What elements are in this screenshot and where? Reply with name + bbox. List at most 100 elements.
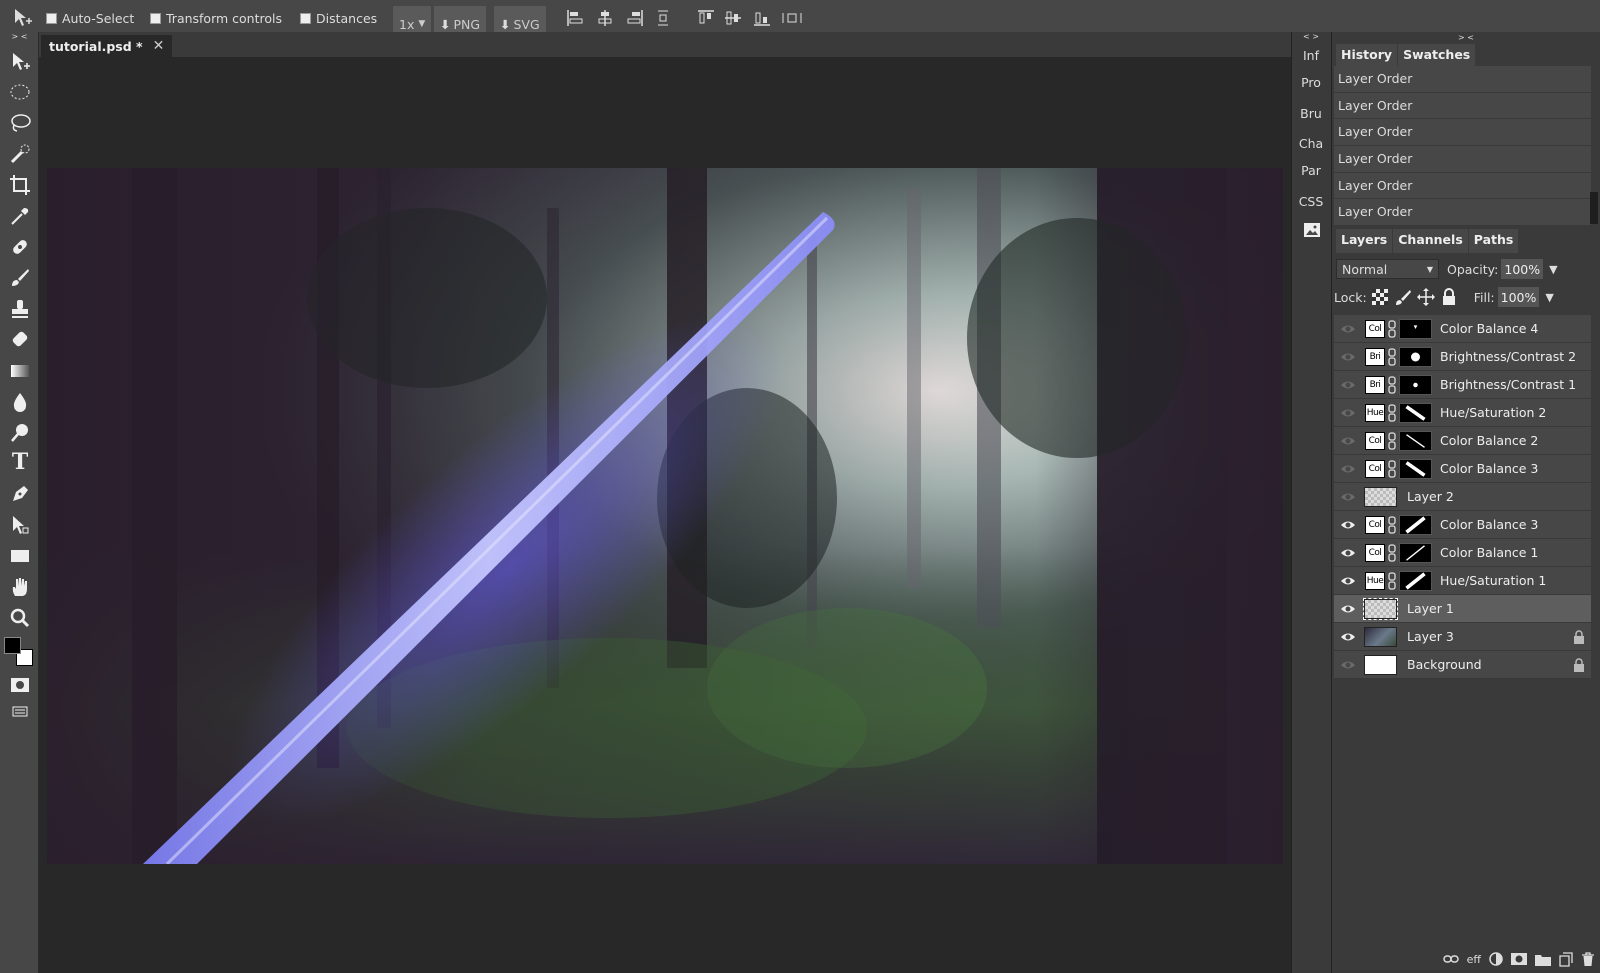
history-item[interactable]: Layer Order — [1334, 172, 1591, 200]
quick-mask-icon[interactable] — [8, 673, 32, 697]
eye-icon[interactable] — [1340, 517, 1356, 533]
eye-icon[interactable] — [1340, 573, 1356, 589]
eye-icon[interactable] — [1340, 657, 1356, 673]
eye-icon[interactable] — [1340, 405, 1356, 421]
layer-mask-thumbnail[interactable] — [1399, 375, 1432, 395]
tab-tutorial-psd[interactable]: tutorial.psd * ✕ — [41, 35, 173, 57]
lasso-tool-icon[interactable] — [8, 111, 32, 135]
auto-select-checkbox[interactable]: Auto-Select — [46, 0, 134, 36]
eye-icon[interactable] — [1340, 433, 1356, 449]
layer-mask-thumbnail[interactable] — [1399, 543, 1432, 563]
panel-css-button[interactable]: CSS — [1292, 194, 1330, 209]
history-item[interactable]: Layer Order — [1334, 119, 1591, 147]
align-top-icon[interactable] — [697, 9, 715, 27]
eraser-tool-icon[interactable] — [8, 328, 32, 352]
align-left-icon[interactable] — [566, 9, 584, 27]
layer-row[interactable]: Hue Hue/Saturation 1 — [1334, 567, 1591, 595]
history-item[interactable]: Layer Order — [1334, 66, 1591, 93]
hand-tool-icon[interactable] — [8, 575, 32, 599]
layer-row[interactable]: Col Color Balance 1 — [1334, 539, 1591, 567]
lock-transparency-icon[interactable] — [1371, 288, 1389, 306]
layer-thumbnail[interactable] — [1364, 655, 1397, 675]
foreground-color-swatch[interactable] — [4, 637, 21, 654]
type-tool-icon[interactable]: T — [8, 450, 32, 474]
move-tool-icon[interactable] — [8, 50, 32, 74]
history-scrollbar[interactable] — [1590, 192, 1598, 224]
layer-thumbnail[interactable] — [1363, 598, 1398, 620]
layer-row[interactable]: Background — [1334, 651, 1591, 679]
transform-controls-checkbox[interactable]: Transform controls — [150, 0, 282, 36]
fill-input[interactable]: 100% — [1497, 287, 1540, 307]
clone-stamp-tool-icon[interactable] — [8, 297, 32, 321]
layer-row[interactable]: Col Color Balance 4 — [1334, 315, 1591, 343]
adjustment-thumbnail[interactable]: Col — [1365, 432, 1385, 450]
eye-icon[interactable] — [1340, 545, 1356, 561]
lock-pixels-icon[interactable] — [1394, 288, 1412, 306]
screen-mode-icon[interactable] — [8, 699, 32, 723]
panel-properties-button[interactable]: Pro — [1292, 75, 1330, 90]
blend-mode-select[interactable]: Normal ▼ — [1336, 259, 1439, 279]
adjustment-thumbnail[interactable]: Hue — [1365, 572, 1385, 590]
align-right-icon[interactable] — [626, 9, 644, 27]
opacity-input[interactable]: 100% — [1501, 259, 1544, 279]
layer-thumbnail[interactable] — [1364, 487, 1397, 507]
lock-position-icon[interactable] — [1416, 288, 1435, 306]
image-icon[interactable] — [1303, 222, 1321, 238]
layer-row[interactable]: Col Color Balance 3 — [1334, 511, 1591, 539]
adjustment-thumbnail[interactable]: Col — [1365, 516, 1385, 534]
link-layers-icon[interactable] — [1442, 954, 1459, 964]
tools-collapse-toggle[interactable]: > < — [0, 32, 39, 42]
rectangle-tool-icon[interactable] — [8, 544, 32, 568]
brush-tool-icon[interactable] — [8, 266, 32, 290]
path-select-tool-icon[interactable] — [8, 513, 32, 537]
history-item[interactable]: Layer Order — [1334, 199, 1591, 227]
layer-mask-thumbnail[interactable] — [1399, 459, 1432, 479]
layer-effects-button[interactable]: eff — [1467, 953, 1481, 966]
move-tool-icon[interactable] — [12, 0, 34, 36]
blur-tool-icon[interactable] — [8, 390, 32, 414]
panel-character-button[interactable]: Cha — [1292, 136, 1330, 151]
layer-mask-thumbnail[interactable] — [1399, 319, 1432, 339]
add-mask-icon[interactable] — [1511, 953, 1527, 965]
adjustment-thumbnail[interactable]: Col — [1365, 460, 1385, 478]
eyedropper-tool-icon[interactable] — [8, 204, 32, 228]
layer-mask-thumbnail[interactable] — [1399, 431, 1432, 451]
adjustment-layer-icon[interactable] — [1489, 952, 1503, 966]
pen-tool-icon[interactable] — [8, 482, 32, 506]
panel-collapse-toggle[interactable]: > < — [1332, 32, 1600, 44]
panel-brush-button[interactable]: Bru — [1292, 106, 1330, 121]
eye-icon[interactable] — [1340, 489, 1356, 505]
fill-dropdown-icon[interactable]: ▼ — [1545, 291, 1553, 304]
adjustment-thumbnail[interactable]: Bri — [1365, 376, 1385, 394]
layer-mask-thumbnail[interactable] — [1399, 403, 1432, 423]
layer-row[interactable]: Hue Hue/Saturation 2 — [1334, 399, 1591, 427]
distribute-h-icon[interactable] — [781, 9, 803, 27]
eye-icon[interactable] — [1340, 461, 1356, 477]
adjustment-thumbnail[interactable]: Col — [1365, 544, 1385, 562]
eye-icon[interactable] — [1340, 629, 1356, 645]
history-item[interactable]: Layer Order — [1334, 92, 1591, 120]
layer-row[interactable]: Layer 2 — [1334, 483, 1591, 511]
adjustment-thumbnail[interactable]: Hue — [1365, 404, 1385, 422]
layer-row[interactable]: Bri Brightness/Contrast 2 — [1334, 343, 1591, 371]
layer-row[interactable]: Bri Brightness/Contrast 1 — [1334, 371, 1591, 399]
layer-row[interactable]: Layer 1 — [1334, 595, 1591, 623]
tab-paths[interactable]: Paths — [1468, 229, 1519, 253]
layer-row[interactable]: Col Color Balance 3 — [1334, 455, 1591, 483]
history-item[interactable]: Layer Order — [1334, 146, 1591, 173]
panel-info-button[interactable]: Inf — [1292, 48, 1330, 63]
eye-icon[interactable] — [1340, 321, 1356, 337]
delete-layer-icon[interactable] — [1581, 951, 1595, 967]
tab-channels[interactable]: Channels — [1393, 229, 1468, 253]
align-bottom-icon[interactable] — [753, 9, 771, 27]
healing-tool-icon[interactable] — [8, 235, 32, 259]
eye-icon[interactable] — [1340, 377, 1356, 393]
dodge-tool-icon[interactable] — [8, 421, 32, 445]
layer-mask-thumbnail[interactable] — [1399, 571, 1432, 591]
close-icon[interactable]: ✕ — [153, 38, 165, 54]
crop-tool-icon[interactable] — [8, 173, 32, 197]
eye-icon[interactable] — [1340, 601, 1356, 617]
canvas-area[interactable] — [39, 57, 1291, 973]
new-layer-icon[interactable] — [1559, 951, 1573, 967]
gradient-tool-icon[interactable] — [8, 359, 32, 383]
